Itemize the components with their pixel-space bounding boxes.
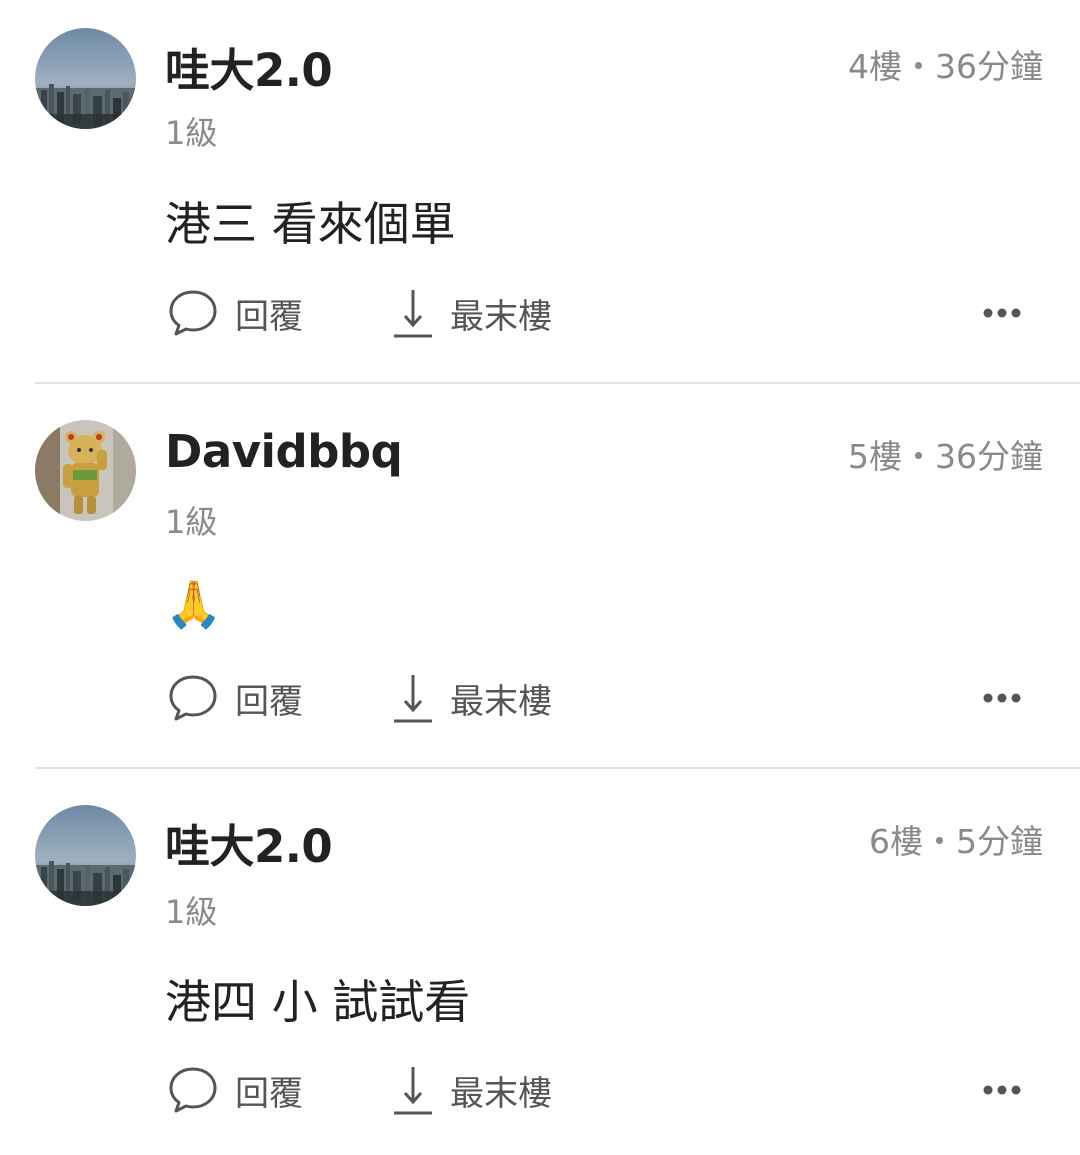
avatar[interactable] [35, 28, 136, 129]
last-floor-button[interactable]: 最末樓 [392, 1060, 552, 1120]
post: Davidbbq 5樓・36分鐘 1級 🙏 回覆 最末樓 [0, 385, 1080, 770]
user-level: 1級 [165, 503, 218, 541]
post-actions: 回覆 最末樓 [0, 1060, 1080, 1120]
username[interactable]: 哇大2.0 [165, 810, 333, 875]
avatar[interactable] [35, 420, 136, 521]
gold-bear-figure-avatar-image [35, 420, 136, 521]
ellipsis-icon[interactable] [982, 1078, 1022, 1102]
post-actions: 回覆 最末樓 [0, 668, 1080, 728]
divider [35, 382, 1080, 384]
speech-bubble-icon [169, 1067, 217, 1113]
city-skyline-avatar-image [35, 28, 136, 129]
reply-button[interactable]: 回覆 [167, 283, 303, 343]
speech-bubble-icon [169, 675, 217, 721]
post-content: 港四 小 試試看 [165, 975, 471, 1029]
reply-label: 回覆 [235, 1073, 303, 1114]
post-content: 🙏 [165, 577, 223, 631]
avatar[interactable] [35, 805, 136, 906]
floor-and-time: 5樓・36分鐘 [848, 437, 1043, 476]
arrow-down-to-line-icon [394, 675, 432, 723]
reply-button[interactable]: 回覆 [167, 668, 303, 728]
username[interactable]: 哇大2.0 [165, 34, 333, 99]
arrow-down-to-line-icon [394, 290, 432, 338]
last-floor-button[interactable]: 最末樓 [392, 283, 552, 343]
ellipsis-icon[interactable] [982, 686, 1022, 710]
post-actions: 回覆 最末樓 [0, 283, 1080, 343]
reply-button[interactable]: 回覆 [167, 1060, 303, 1120]
last-floor-label: 最末樓 [450, 681, 552, 722]
city-skyline-avatar-image [35, 805, 136, 906]
floor-and-time: 6樓・5分鐘 [869, 822, 1043, 861]
ellipsis-icon[interactable] [982, 301, 1022, 325]
post: 哇大2.0 4樓・36分鐘 1級 港三 看來個單 回覆 最末樓 [0, 0, 1080, 385]
user-level: 1級 [165, 114, 218, 152]
user-level: 1級 [165, 893, 218, 931]
reply-label: 回覆 [235, 681, 303, 722]
last-floor-label: 最末樓 [450, 1073, 552, 1114]
last-floor-button[interactable]: 最末樓 [392, 668, 552, 728]
last-floor-label: 最末樓 [450, 296, 552, 337]
post: 哇大2.0 6樓・5分鐘 1級 港四 小 試試看 回覆 最末樓 [0, 770, 1080, 1155]
floor-and-time: 4樓・36分鐘 [848, 47, 1043, 86]
username[interactable]: Davidbbq [165, 425, 403, 478]
post-content: 港三 看來個單 [165, 197, 456, 251]
arrow-down-to-line-icon [394, 1067, 432, 1115]
reply-label: 回覆 [235, 296, 303, 337]
divider [35, 767, 1080, 769]
speech-bubble-icon [169, 290, 217, 336]
